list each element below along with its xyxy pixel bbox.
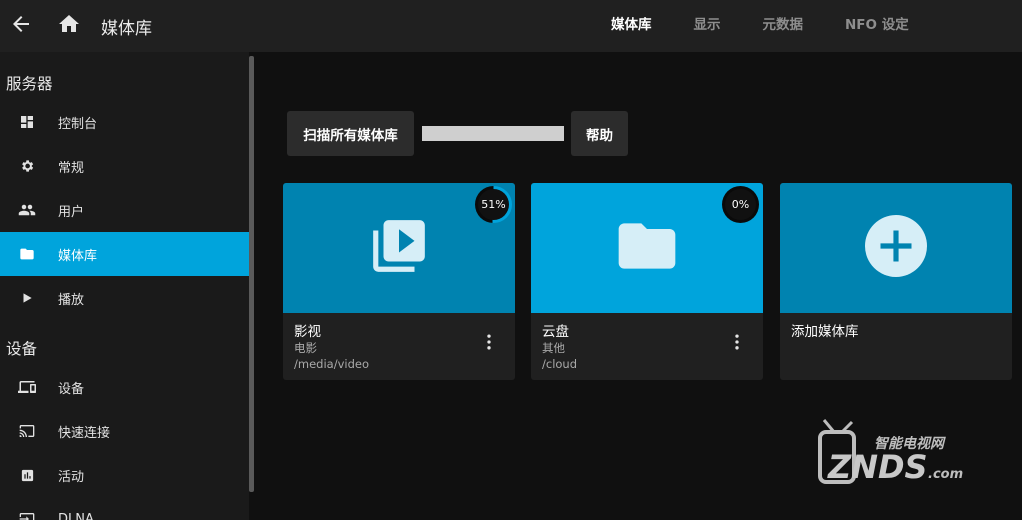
- folder-icon: [18, 245, 36, 263]
- sidebar-item-label: DLNA: [58, 511, 94, 520]
- library-scan-progress: 0%: [722, 186, 759, 223]
- sidebar-item-label: 活动: [58, 469, 85, 485]
- znds-watermark-logo: 智能电视网 ZNDS .com: [810, 418, 980, 490]
- sidebar-item-label: 播放: [58, 292, 85, 308]
- library-type: 电影: [294, 341, 317, 355]
- library-path: /media/video: [294, 357, 369, 371]
- gear-icon: [18, 157, 36, 175]
- page-title: 媒体库: [101, 19, 152, 39]
- library-type: 其他: [542, 341, 565, 355]
- sidebar-item-label: 快速连接: [58, 425, 111, 441]
- sidebar-item-users[interactable]: 用户: [0, 188, 249, 232]
- sidebar-item-general[interactable]: 常规: [0, 144, 249, 188]
- sidebar-item-label: 控制台: [58, 116, 98, 132]
- sidebar-item-dlna[interactable]: DLNA: [0, 497, 249, 520]
- sidebar-item-label: 设备: [58, 381, 85, 397]
- sidebar-item-quick-connect[interactable]: 快速连接: [0, 409, 249, 453]
- play-icon: [18, 289, 36, 307]
- settings-tabs: 媒体库 显示 元数据 NFO 设定: [590, 0, 930, 52]
- add-library-label: 添加媒体库: [791, 324, 859, 340]
- tab-metadata[interactable]: 元数据: [742, 0, 825, 52]
- library-name: 影视: [294, 324, 321, 340]
- sidebar-item-activity[interactable]: 活动: [0, 453, 249, 497]
- library-name: 云盘: [542, 324, 569, 340]
- library-scan-progress: 51%: [475, 186, 512, 223]
- scan-progress-bar: [422, 126, 564, 141]
- add-icon: [865, 215, 927, 281]
- sidebar-item-libraries[interactable]: 媒体库: [0, 232, 249, 276]
- library-card-cloud[interactable]: 0% 云盘 其他 /cloud: [531, 183, 763, 380]
- tab-display[interactable]: 显示: [673, 0, 742, 52]
- cast-icon: [18, 422, 36, 440]
- watermark-text-domain: .com: [928, 467, 963, 482]
- watermark-text-main: ZNDS: [827, 448, 928, 486]
- sidebar-item-devices[interactable]: 设备: [0, 365, 249, 409]
- more-vert-icon[interactable]: [479, 332, 499, 352]
- tab-libraries[interactable]: 媒体库: [590, 0, 673, 52]
- add-library-card[interactable]: 添加媒体库: [780, 183, 1012, 380]
- library-card-video[interactable]: 51% 影视 电影 /media/video: [283, 183, 515, 380]
- sidebar-item-label: 用户: [58, 204, 85, 220]
- library-scan-progress-label: 0%: [725, 189, 756, 220]
- library-scan-progress-label: 51%: [478, 189, 509, 220]
- video-library-icon: [368, 215, 430, 281]
- sidebar-item-label: 媒体库: [58, 248, 98, 264]
- more-vert-icon[interactable]: [727, 332, 747, 352]
- back-arrow-icon[interactable]: [9, 12, 33, 36]
- dashboard-icon: [18, 113, 36, 131]
- tab-nfo-settings[interactable]: NFO 设定: [824, 0, 930, 52]
- library-path: /cloud: [542, 357, 578, 371]
- scan-all-libraries-button[interactable]: 扫描所有媒体库: [287, 111, 414, 156]
- help-button[interactable]: 帮助: [571, 111, 628, 156]
- sidebar-section-server: 服务器: [6, 75, 53, 93]
- dlna-icon: [18, 510, 36, 520]
- users-icon: [18, 201, 36, 219]
- sidebar-item-dashboard[interactable]: 控制台: [0, 100, 249, 144]
- sidebar-section-devices: 设备: [6, 340, 38, 358]
- folder-icon: [613, 212, 681, 284]
- sidebar-item-label: 常规: [58, 160, 85, 176]
- add-library-image[interactable]: [780, 183, 1012, 313]
- top-app-bar: 媒体库 媒体库 显示 元数据 NFO 设定: [0, 0, 1022, 52]
- sidebar-item-playback[interactable]: 播放: [0, 276, 249, 320]
- home-icon[interactable]: [57, 12, 81, 36]
- activity-icon: [18, 466, 36, 484]
- devices-icon: [18, 378, 36, 396]
- sidebar-scrollbar[interactable]: [249, 56, 254, 492]
- sidebar: 服务器 控制台 常规 用户 媒体库 播放 设备 设备 快速连接 活动 DLNA: [0, 52, 249, 520]
